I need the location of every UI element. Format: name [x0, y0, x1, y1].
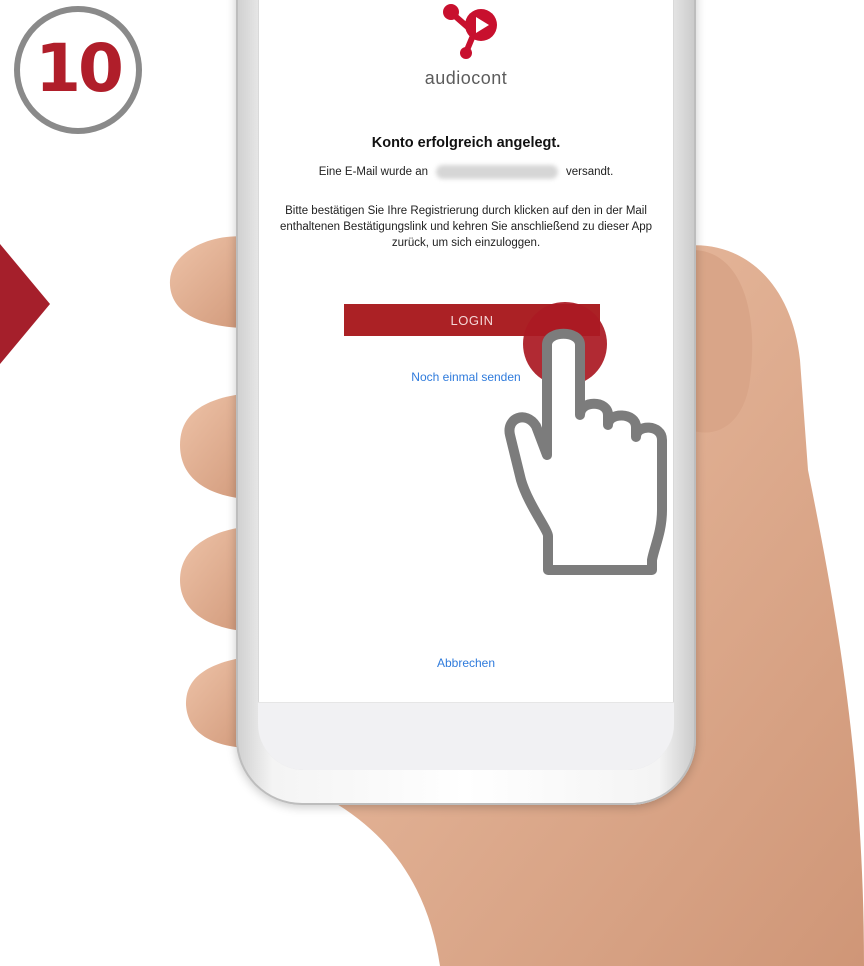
pointing-hand-icon — [504, 328, 667, 575]
